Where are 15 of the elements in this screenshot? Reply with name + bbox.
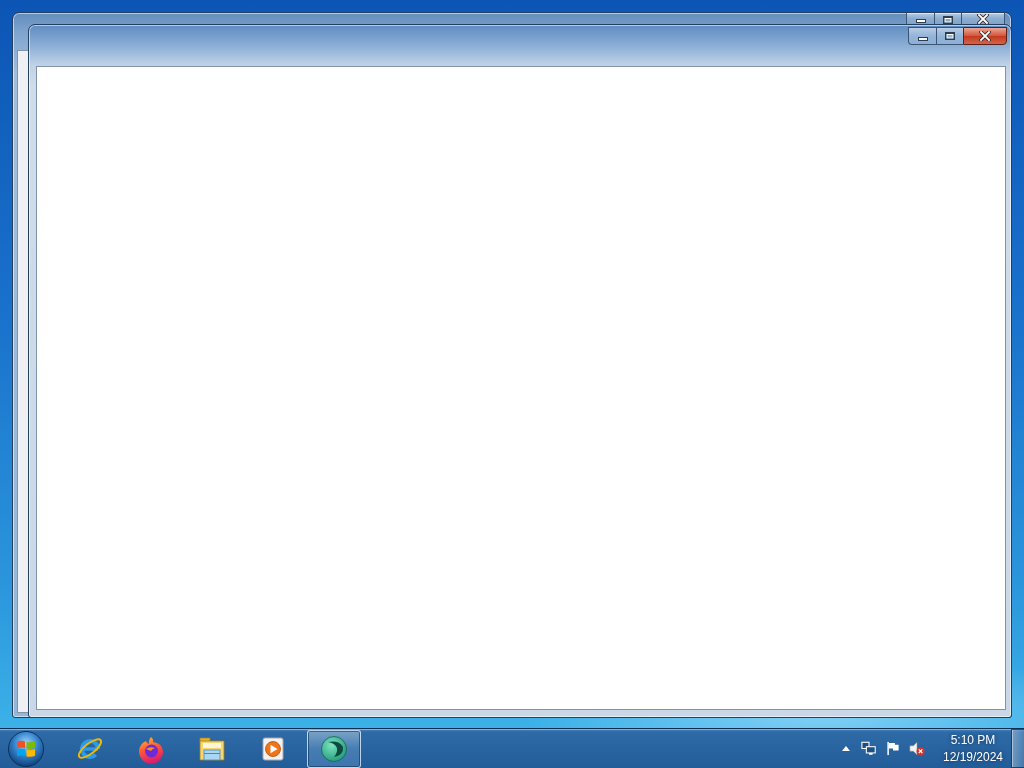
close-icon <box>977 14 989 24</box>
up-arrow-icon <box>842 746 850 751</box>
maximize-button[interactable] <box>936 27 963 45</box>
clock-button[interactable]: 5:10 PM 12/19/2024 <box>937 730 1009 767</box>
close-button[interactable] <box>963 27 1007 45</box>
maximize-icon <box>945 32 955 40</box>
minimize-icon <box>917 36 928 41</box>
flag-icon[interactable] <box>885 741 901 756</box>
close-icon <box>979 31 991 41</box>
minimize-button[interactable] <box>908 27 936 45</box>
network-icon[interactable] <box>861 741 877 756</box>
circle-logo-icon <box>319 733 349 764</box>
taskbar-app-button[interactable] <box>307 729 361 768</box>
show-desktop-button[interactable] <box>1011 729 1024 768</box>
speaker-icon[interactable] <box>909 741 925 756</box>
